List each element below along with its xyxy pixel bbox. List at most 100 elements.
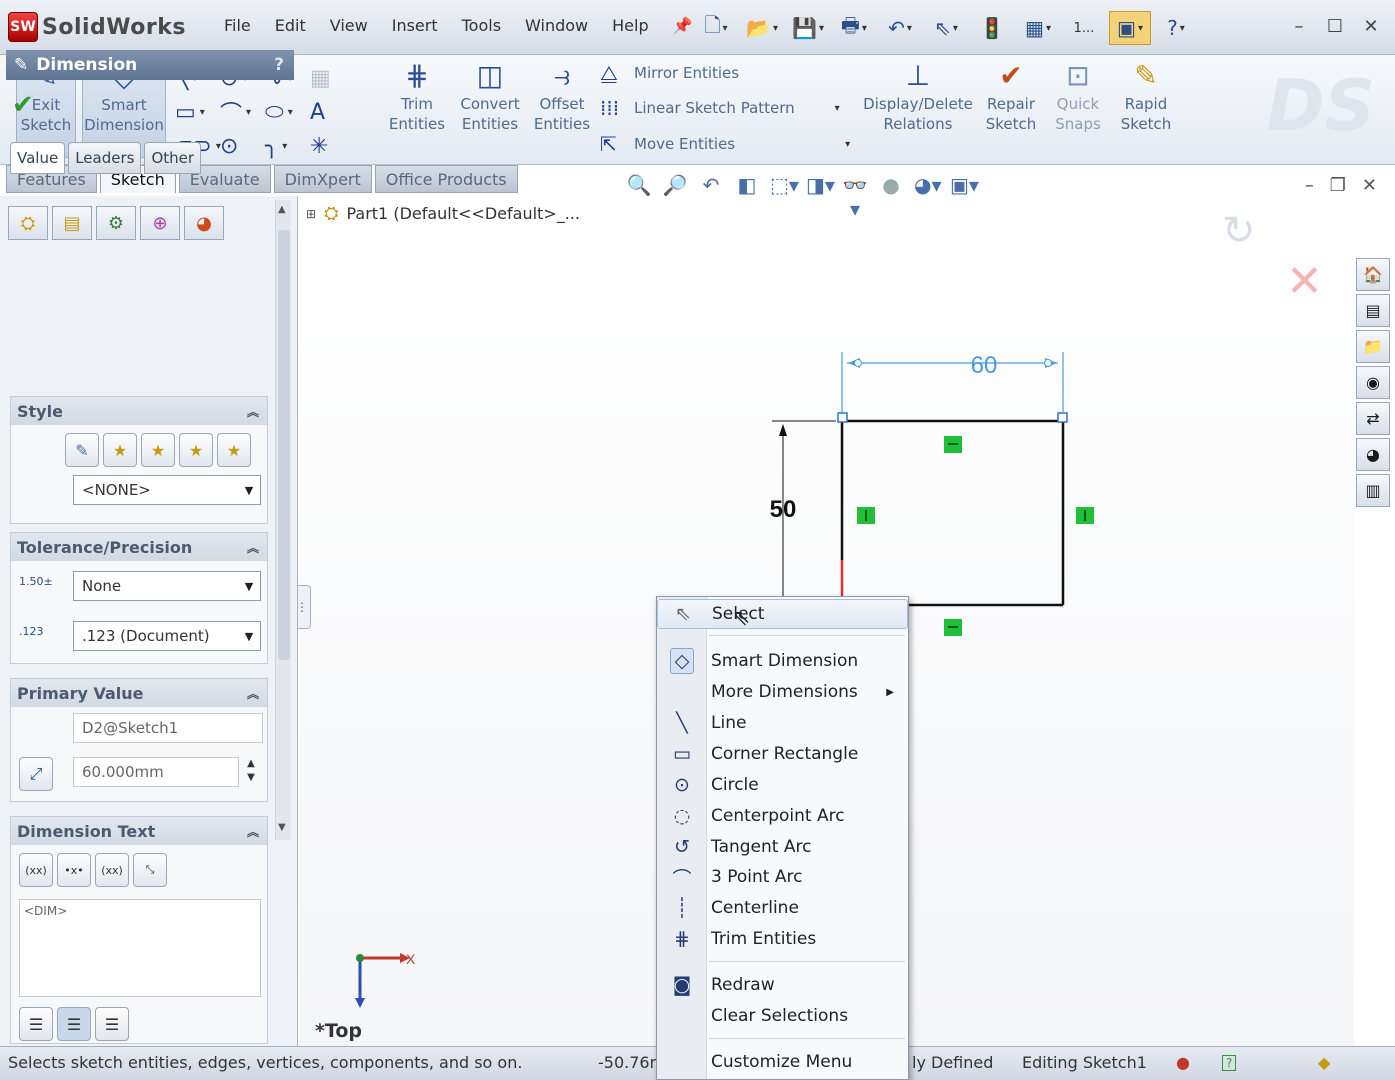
- chevron-down-icon[interactable]: ▾: [835, 103, 840, 114]
- previous-view-icon[interactable]: ↶: [698, 173, 724, 221]
- scene-icon[interactable]: ◕▾: [914, 173, 942, 221]
- menu-edit[interactable]: Edit: [263, 10, 318, 41]
- add-style-icon[interactable]: ★: [103, 433, 137, 467]
- align-left-icon[interactable]: ☰: [19, 1007, 53, 1041]
- rebuild-traffic-light-icon[interactable]: 🚦: [971, 11, 1013, 45]
- save-style-icon[interactable]: ★: [179, 433, 213, 467]
- fillet-icon[interactable]: ╮ ▾: [265, 129, 310, 163]
- appearance-icon[interactable]: ●: [878, 173, 904, 221]
- help-icon[interactable]: ? ▾: [1155, 11, 1197, 45]
- trim-entities-button[interactable]: ⋕ Trim Entities: [384, 58, 450, 158]
- doc-restore-icon[interactable]: ❐: [1330, 175, 1346, 196]
- offset-text-icon[interactable]: ⤡: [133, 853, 167, 887]
- minimize-icon[interactable]: –: [1285, 12, 1313, 40]
- center-dimension-icon[interactable]: •x•: [57, 853, 91, 887]
- display-manager-tab-icon[interactable]: ◕: [184, 206, 224, 240]
- context-item-more-dimensions[interactable]: More Dimensions ▶: [657, 677, 908, 707]
- section-view-icon[interactable]: ◧: [734, 173, 760, 221]
- context-item-line[interactable]: ╲ Line: [657, 708, 908, 738]
- app-logo[interactable]: SW SolidWorks: [8, 10, 186, 44]
- menu-help[interactable]: Help: [600, 10, 660, 41]
- context-item-smart-dimension[interactable]: ◇ Smart Dimension: [657, 646, 908, 676]
- search-icon[interactable]: ◉: [1356, 366, 1390, 399]
- help-button[interactable]: ?: [274, 55, 284, 75]
- display-delete-relations-button[interactable]: ⊥ Display/Delete Relations: [860, 58, 976, 158]
- dimension-text-area[interactable]: <DIM>: [19, 899, 261, 997]
- doc-minimize-icon[interactable]: –: [1305, 175, 1314, 196]
- apply-default-style-icon[interactable]: ✎: [65, 433, 99, 467]
- delete-style-icon[interactable]: ★: [141, 433, 175, 467]
- scroll-down-icon[interactable]: ▼: [278, 822, 286, 833]
- dimension-value-field[interactable]: 60.000mm: [73, 757, 239, 787]
- close-icon[interactable]: ✕: [1357, 12, 1385, 40]
- property-manager-tab-icon[interactable]: ▤: [52, 206, 92, 240]
- feature-manager-tab-icon[interactable]: ⛭: [8, 206, 48, 240]
- doc-close-icon[interactable]: ✕: [1362, 175, 1377, 196]
- cancel-x-icon[interactable]: ✕: [1286, 256, 1323, 307]
- undo-icon[interactable]: ↶ ▾: [879, 11, 921, 45]
- context-item-centerpoint-arc[interactable]: ◌ Centerpoint Arc: [657, 801, 908, 831]
- offset-entities-button[interactable]: ⥽ Offset Entities: [530, 58, 594, 158]
- menu-window[interactable]: Window: [513, 10, 600, 41]
- context-item-circle[interactable]: ⊙ Circle: [657, 770, 908, 800]
- confirmation-corner-icon[interactable]: ↻: [1222, 208, 1256, 254]
- load-style-icon[interactable]: ★: [217, 433, 251, 467]
- tolerance-type-dropdown[interactable]: None ▼: [73, 571, 261, 601]
- collapse-chevron-icon[interactable]: ︽: [247, 403, 259, 420]
- tab-office-products[interactable]: Office Products: [374, 165, 518, 193]
- menu-insert[interactable]: Insert: [380, 10, 450, 41]
- solidworks-resources-icon[interactable]: 🏠: [1356, 258, 1390, 291]
- repair-sketch-button[interactable]: ✔ Repair Sketch: [982, 58, 1040, 158]
- context-item-centerline[interactable]: ┊ Centerline: [657, 893, 908, 923]
- view-settings-icon[interactable]: ▣▾: [950, 173, 979, 221]
- tab-value[interactable]: Value: [10, 142, 66, 174]
- options-icon[interactable]: ▣ ▾: [1109, 11, 1151, 45]
- menu-view[interactable]: View: [318, 10, 380, 41]
- context-item-corner-rectangle[interactable]: ▭ Corner Rectangle: [657, 739, 908, 769]
- units-icon[interactable]: ◆: [1318, 1053, 1330, 1072]
- move-entities-button[interactable]: ⇱ Move Entities ▾: [600, 129, 850, 159]
- feature-tree-flyout[interactable]: ⊞ ⛭ Part1 (Default<<Default>_...: [306, 203, 580, 224]
- zoom-to-fit-icon[interactable]: 🔍: [626, 173, 652, 221]
- file-properties-icon[interactable]: ▦ ▾: [1017, 11, 1059, 45]
- view-palette-icon[interactable]: ⇄: [1356, 402, 1390, 435]
- parentheses-icon[interactable]: (xx): [19, 853, 53, 887]
- polygon-icon[interactable]: ⊙: [220, 129, 265, 163]
- mirror-entities-button[interactable]: ⧋ Mirror Entities: [600, 58, 739, 88]
- context-item-redraw[interactable]: ◙ Redraw: [657, 970, 908, 1000]
- context-item-3-point-arc[interactable]: ⌒ 3 Point Arc: [657, 862, 908, 892]
- dimension-name-field[interactable]: D2@Sketch1: [73, 713, 263, 743]
- style-group-title[interactable]: Style ︽: [11, 397, 267, 425]
- point-icon[interactable]: ✳: [310, 129, 355, 163]
- expand-icon[interactable]: ⊞: [306, 207, 316, 221]
- zoom-to-area-icon[interactable]: 🔎: [662, 173, 688, 221]
- custom-properties-icon[interactable]: ▥: [1356, 474, 1390, 507]
- rebuild-status-icon[interactable]: ●: [1176, 1053, 1190, 1072]
- dimension-text-group-title[interactable]: Dimension Text ︽: [11, 817, 267, 845]
- tab-dimxpert[interactable]: DimXpert: [273, 165, 372, 193]
- convert-entities-button[interactable]: ◫ Convert Entities: [455, 58, 525, 158]
- configuration-manager-tab-icon[interactable]: ⚙: [96, 206, 136, 240]
- ellipse-icon[interactable]: ⬭ ▾: [265, 95, 310, 129]
- quick-tips-icon[interactable]: ?: [1222, 1055, 1237, 1071]
- save-icon[interactable]: 💾 ▾: [787, 11, 829, 45]
- context-item-select[interactable]: ⇖ Select: [657, 599, 908, 629]
- collapse-chevron-icon[interactable]: ︽: [247, 823, 259, 840]
- quick-snaps-button[interactable]: ⊡ Quick Snaps: [1050, 58, 1106, 158]
- context-item-trim-entities[interactable]: ⋕ Trim Entities: [657, 924, 908, 954]
- menu-file[interactable]: File: [212, 10, 263, 41]
- linear-sketch-pattern-button[interactable]: ⁞⁞⁞ Linear Sketch Pattern ▾: [600, 93, 840, 123]
- value-spinner[interactable]: ▲ ▼: [243, 757, 259, 785]
- new-document-icon[interactable]: 🗋 ▾: [695, 11, 737, 45]
- reverse-direction-icon[interactable]: ⤢: [19, 757, 53, 791]
- arc-icon[interactable]: ⌒ ▾: [220, 95, 265, 129]
- ok-check-icon[interactable]: ✔: [12, 90, 34, 120]
- select-arrow-icon[interactable]: ⇖ ▾: [925, 11, 967, 45]
- appearances-icon[interactable]: ◕: [1356, 438, 1390, 471]
- align-right-icon[interactable]: ☰: [95, 1007, 129, 1041]
- plane-icon[interactable]: ▦: [310, 61, 355, 95]
- menu-tools[interactable]: Tools: [450, 10, 513, 41]
- tab-leaders[interactable]: Leaders: [68, 142, 142, 174]
- scroll-up-icon[interactable]: ▲: [278, 204, 286, 215]
- align-center-icon[interactable]: ☰: [57, 1007, 91, 1041]
